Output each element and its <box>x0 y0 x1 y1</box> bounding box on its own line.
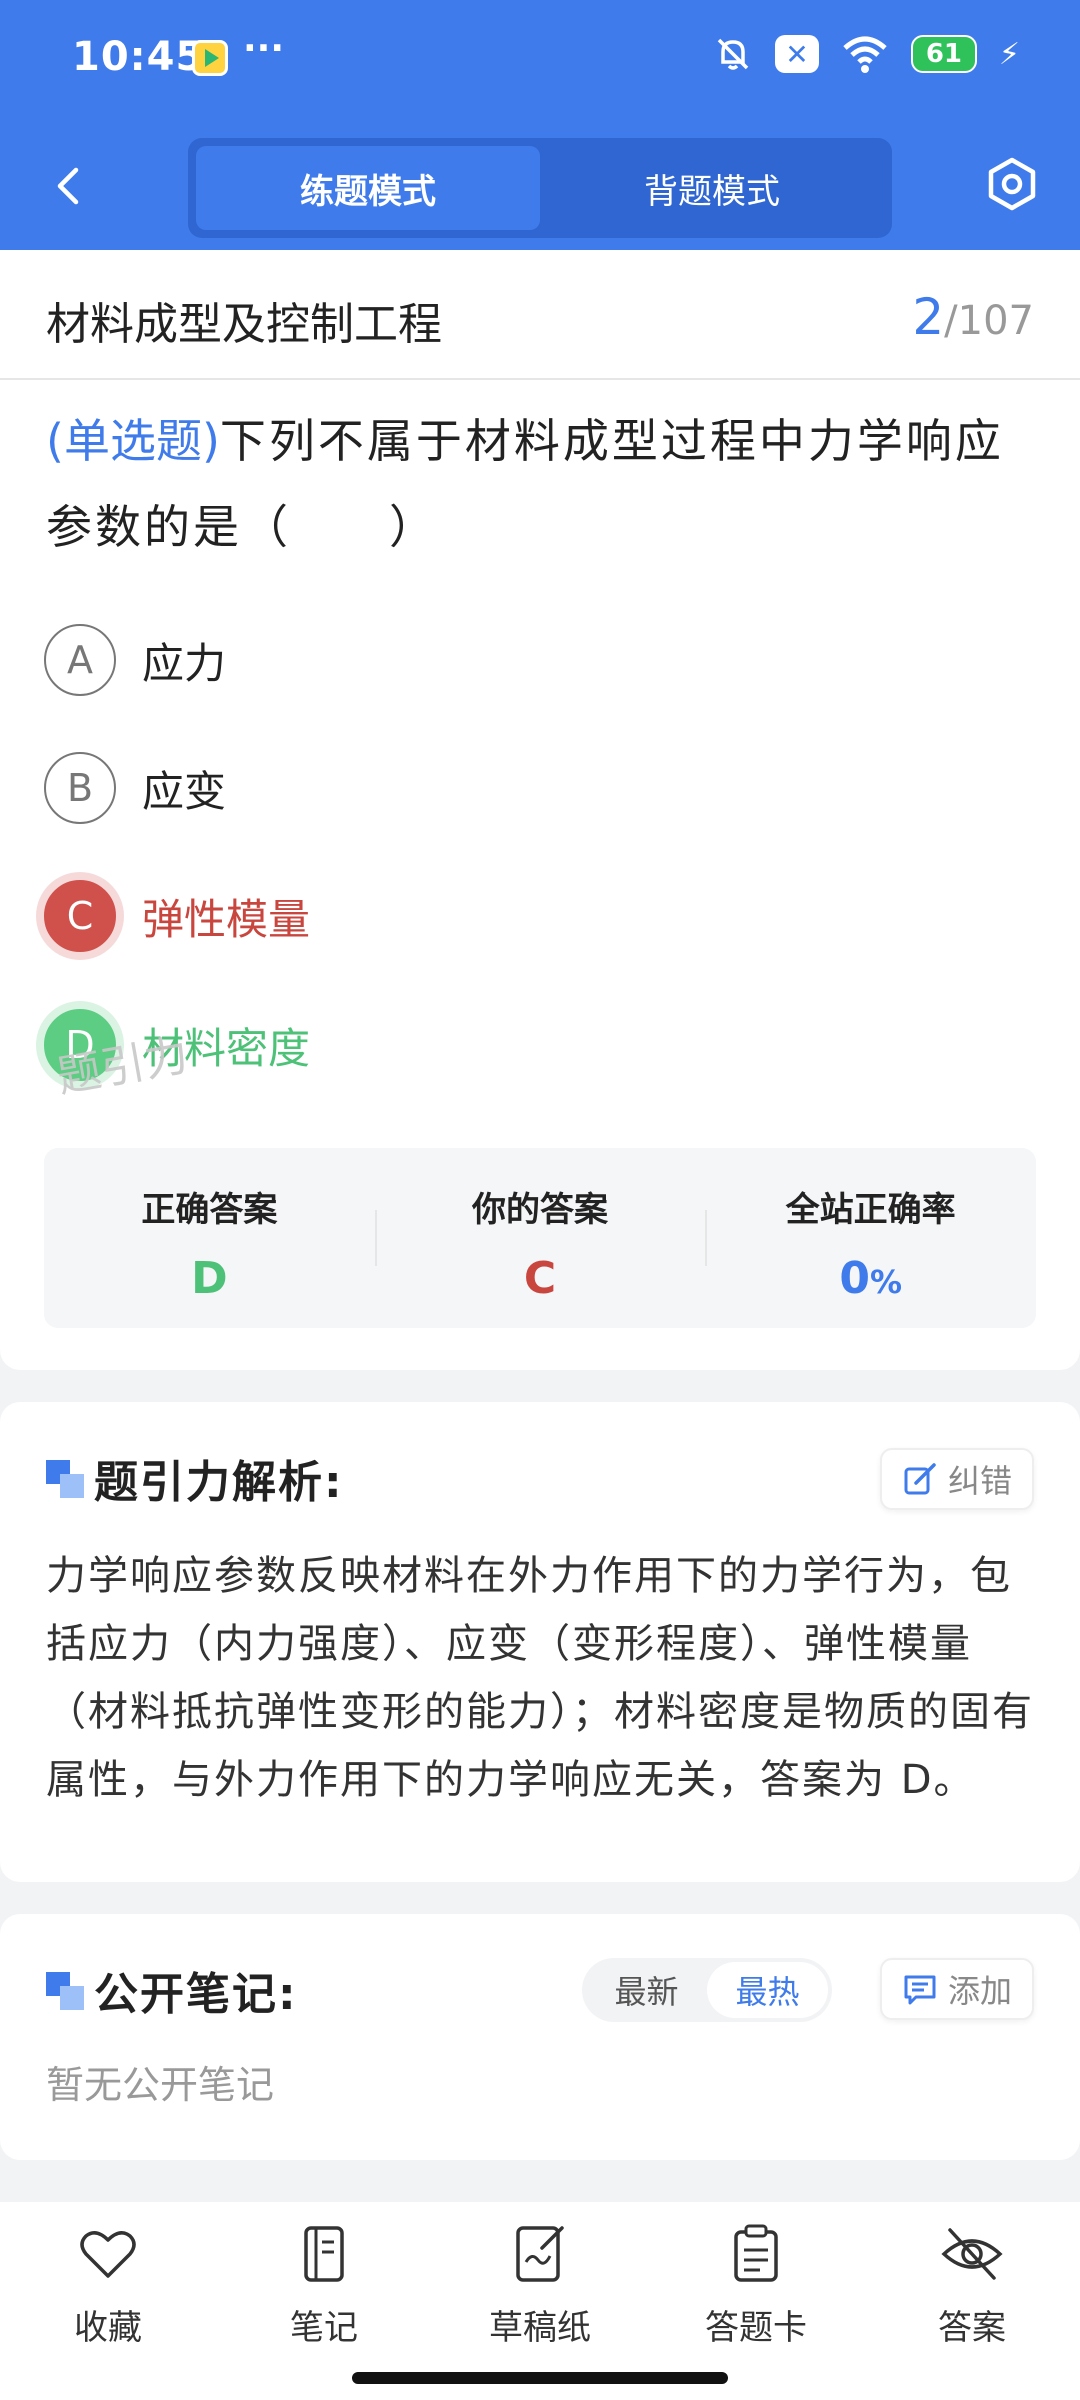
correct-answer-label: 正确答案 <box>141 1190 278 1230</box>
home-indicator[interactable] <box>352 2372 728 2384</box>
sort-latest[interactable]: 最新 <box>586 1962 707 2018</box>
question-card: 材料成型及控制工程 2/107 (单选题)下列不属于材料成型过程中力学响应参数的… <box>0 250 1080 1370</box>
tab-label: 草稿纸 <box>489 2308 591 2348</box>
status-icons: ✕ 61 ⚡ <box>713 34 1020 74</box>
draft-paper-button[interactable]: 草稿纸 <box>432 2202 648 2400</box>
wifi-icon <box>843 36 887 73</box>
option-letter: A <box>44 624 116 696</box>
favorite-button[interactable]: 收藏 <box>0 2202 216 2400</box>
question-text: (单选题)下列不属于材料成型过程中力学响应参数的是（ ） <box>46 398 1036 570</box>
answer-panel: 正确答案 D 你的答案 C 全站正确率 0% <box>44 1148 1036 1328</box>
tab-practice-mode[interactable]: 练题模式 <box>196 146 540 230</box>
draft-paper-icon <box>516 2226 564 2282</box>
status-bar: 10:45 ··· ✕ 61 ⚡ <box>0 0 1080 120</box>
your-answer: 你的答案 C <box>374 1148 706 1328</box>
sort-hot[interactable]: 最热 <box>707 1962 828 2018</box>
bottom-toolbar: 收藏 笔记 草稿纸 答题卡 答案 <box>0 2202 1080 2400</box>
option-b[interactable]: B 应变 <box>44 750 226 826</box>
question-type: (单选题) <box>46 414 220 468</box>
site-accuracy-value: 0% <box>705 1253 1036 1304</box>
edit-icon <box>904 1463 936 1495</box>
site-accuracy-label: 全站正确率 <box>785 1190 956 1230</box>
option-letter: B <box>44 752 116 824</box>
question-progress: 2/107 <box>912 288 1034 346</box>
battery-icon: 61 <box>910 35 977 73</box>
tab-label: 答案 <box>938 2308 1006 2348</box>
accuracy-unit: % <box>869 1263 903 1301</box>
option-a[interactable]: A 应力 <box>44 622 226 698</box>
status-time: 10:45 <box>72 34 205 80</box>
accuracy-number: 0 <box>839 1253 870 1304</box>
charging-icon: ⚡ <box>998 36 1020 72</box>
eye-off-icon <box>941 2228 1003 2280</box>
notebook-icon <box>304 2226 344 2282</box>
answer-sheet-icon <box>734 2224 778 2282</box>
comment-icon <box>904 1975 936 2005</box>
notes-sort-toggle: 最新 最热 <box>582 1958 832 2022</box>
your-answer-value: C <box>523 1253 557 1304</box>
notes-card: 公开笔记: 最新 最热 添加 暂无公开笔记 <box>0 1914 1080 2160</box>
analysis-card: 题引力解析: 纠错 力学响应参数反映材料在外力作用下的力学行为，包括应力（内力强… <box>0 1402 1080 1882</box>
report-error-label: 纠错 <box>947 1462 1012 1500</box>
site-accuracy: 全站正确率 0% <box>705 1148 1036 1328</box>
back-icon[interactable] <box>40 156 100 216</box>
course-title: 材料成型及控制工程 <box>46 299 442 350</box>
tab-label: 笔记 <box>290 2308 358 2348</box>
show-answer-button[interactable]: 答案 <box>864 2202 1080 2400</box>
mode-tabs: 练题模式 背题模式 <box>188 138 892 238</box>
add-note-label: 添加 <box>947 1972 1012 2010</box>
analysis-text: 力学响应参数反映材料在外力作用下的力学行为，包括应力（内力强度）、应变（变形程度… <box>46 1553 1034 1803</box>
add-note-button[interactable]: 添加 <box>879 1958 1034 2020</box>
option-text: 应变 <box>142 766 227 816</box>
analysis-title: 题引力解析: <box>94 1457 344 1508</box>
option-c[interactable]: C 弹性模量 <box>44 878 310 954</box>
option-text: 应力 <box>142 638 227 688</box>
correct-answer: 正确答案 D <box>44 1148 375 1328</box>
answer-sheet-button[interactable]: 答题卡 <box>648 2202 864 2400</box>
section-icon <box>46 1460 86 1500</box>
more-notifications-icon: ··· <box>243 28 285 69</box>
notes-button[interactable]: 笔记 <box>216 2202 432 2400</box>
course-row: 材料成型及控制工程 2/107 <box>0 250 1080 380</box>
close-box-icon: ✕ <box>774 35 819 73</box>
option-letter: C <box>44 880 116 952</box>
tab-label: 收藏 <box>74 2308 142 2348</box>
section-icon <box>46 1972 86 2012</box>
notes-title: 公开笔记: <box>94 1969 298 2020</box>
correct-answer-value: D <box>191 1253 228 1304</box>
header: 10:45 ··· ✕ 61 ⚡ 练题模式 背题模式 <box>0 0 1080 250</box>
your-answer-label: 你的答案 <box>472 1190 608 1230</box>
report-error-button[interactable]: 纠错 <box>879 1448 1034 1510</box>
bell-off-icon <box>717 38 749 70</box>
empty-notes-text: 暂无公开笔记 <box>46 2063 275 2107</box>
tab-label: 答题卡 <box>705 2308 807 2348</box>
heart-icon <box>80 2231 136 2278</box>
progress-current: 2 <box>912 288 945 346</box>
top-nav: 练题模式 背题模式 <box>0 130 1080 240</box>
option-text: 弹性模量 <box>142 894 311 944</box>
tab-memorize-mode[interactable]: 背题模式 <box>540 146 884 230</box>
settings-icon[interactable] <box>982 154 1042 214</box>
progress-total: /107 <box>944 298 1034 344</box>
app-notification-icon <box>192 40 228 76</box>
